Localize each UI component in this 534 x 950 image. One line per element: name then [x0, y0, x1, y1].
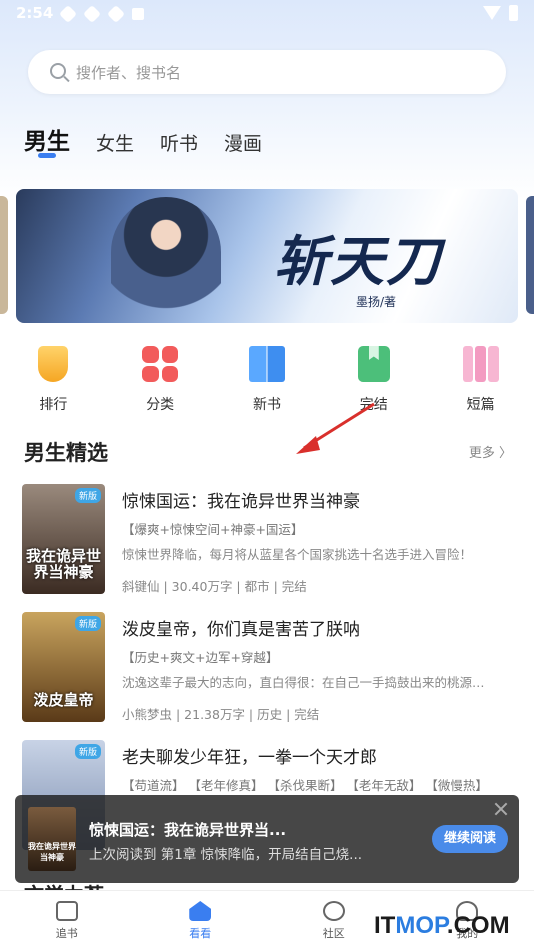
notification-icon	[106, 4, 126, 24]
book-cover: 新版 我在诡异世界当神豪	[22, 484, 105, 594]
annotation-arrow-icon	[296, 402, 375, 454]
book-icon	[248, 346, 285, 382]
tab-audiobook[interactable]: 听书	[160, 129, 198, 156]
category-label: 短篇	[466, 397, 495, 413]
nav-label: 看看	[189, 927, 212, 940]
continue-cover-title: 我在诡异世界当神豪	[28, 842, 76, 862]
community-icon	[322, 901, 345, 921]
category-label: 新书	[252, 397, 281, 413]
cover-title: 我在诡异世界当神豪	[25, 547, 101, 581]
category-label: 分类	[146, 397, 175, 413]
nav-label: 追书	[55, 927, 78, 940]
continue-book-cover: 我在诡异世界当神豪	[28, 807, 76, 871]
book-description: 惊悚世界降临，每月将从蓝星各个国家挑选十名选手进入冒险！	[122, 547, 473, 562]
cover-badge: 新版	[74, 616, 101, 631]
tab-male[interactable]: 男生	[24, 122, 70, 156]
book-title: 惊悚国运：我在诡异世界当神豪	[122, 492, 360, 512]
status-bar: 2:54	[0, 0, 534, 30]
trophy-icon	[38, 346, 69, 382]
book-tags: 【爆爽+惊悚空间+神豪+国运】	[122, 522, 304, 537]
bookmark-icon	[357, 346, 390, 382]
banner-title: 斩天刀	[274, 229, 442, 293]
book-item[interactable]: 新版 我在诡异世界当神豪 惊悚国运：我在诡异世界当神豪 【爆爽+惊悚空间+神豪+…	[0, 484, 534, 604]
book-item[interactable]: 新版 泼皮皇帝 泼皮皇帝，你们真是害苦了朕呐 【历史+爽文+边军+穿越】 沈逸这…	[0, 612, 534, 732]
home-icon	[189, 901, 212, 921]
nav-bookshelf[interactable]: 追书	[0, 891, 134, 950]
search-icon	[50, 63, 66, 79]
system-icons	[483, 5, 518, 21]
tab-female[interactable]: 女生	[96, 129, 134, 156]
cover-title: 泼皮皇帝	[33, 691, 94, 709]
book-meta: 斜键仙 | 30.40万字 | 都市 | 完结	[122, 579, 307, 594]
section-title: 男生精选	[24, 440, 108, 465]
nav-label: 社区	[322, 927, 345, 940]
category-classify[interactable]: 分类	[107, 346, 214, 414]
cover-badge: 新版	[74, 488, 101, 503]
notification-icon	[58, 4, 78, 24]
search-bar[interactable]: 搜作者、搜书名	[28, 50, 506, 94]
category-shortcuts: 排行 分类 新书 完结 短篇	[0, 346, 534, 414]
more-link[interactable]: 更多 〉	[469, 442, 512, 461]
notification-icon	[82, 4, 102, 24]
bookshelf-icon	[55, 901, 78, 921]
book-meta: 小熊梦虫 | 21.38万字 | 历史 | 完结	[122, 707, 320, 722]
banner-prev-peek[interactable]	[0, 196, 8, 314]
close-icon[interactable]	[493, 801, 509, 817]
book-tags: 【苟道流】 【老年修真】 【杀伐果断】 【老年无敌】 【微慢热】	[122, 778, 488, 793]
category-label: 排行	[39, 397, 68, 413]
search-placeholder: 搜作者、搜书名	[76, 64, 182, 82]
banner-artwork	[111, 197, 221, 323]
book-cover: 新版 泼皮皇帝	[22, 612, 105, 722]
wifi-icon	[483, 6, 501, 20]
book-description: 沈逸这辈子最大的志向，直白得很：在自己一手捣鼓出来的桃源…	[122, 675, 485, 690]
notification-icons	[58, 4, 144, 24]
continue-reading-bar[interactable]: 我在诡异世界当神豪 惊悚国运：我在诡异世界当... 上次阅读到 第1章 惊悚降临…	[15, 795, 519, 883]
category-ranking[interactable]: 排行	[0, 346, 107, 414]
battery-icon	[509, 5, 518, 21]
banner-carousel[interactable]: 斩天刀 墨扬/著	[16, 189, 518, 323]
nav-home[interactable]: 看看	[134, 891, 268, 950]
watermark: ITMOP.COM	[374, 912, 510, 939]
category-short-stories[interactable]: 短篇	[427, 346, 534, 414]
cover-badge: 新版	[74, 744, 101, 759]
continue-reading-button[interactable]: 继续阅读	[432, 825, 508, 853]
tab-comic[interactable]: 漫画	[224, 129, 262, 156]
notification-icon	[132, 8, 144, 20]
book-tags: 【历史+爽文+边军+穿越】	[122, 650, 279, 665]
book-title: 泼皮皇帝，你们真是害苦了朕呐	[122, 620, 360, 640]
short-books-icon	[462, 346, 499, 382]
tab-active-indicator	[38, 153, 56, 158]
channel-tabs: 男生 女生 听书 漫画	[24, 122, 288, 156]
header-background	[0, 0, 534, 200]
grid-icon	[142, 346, 179, 382]
status-time: 2:54	[16, 4, 54, 22]
continue-book-title: 惊悚国运：我在诡异世界当...	[89, 821, 287, 839]
book-title: 老夫聊发少年狂，一拳一个天才郎	[122, 748, 377, 768]
banner-author: 墨扬/著	[356, 295, 397, 309]
banner-next-peek[interactable]	[526, 196, 534, 314]
continue-progress-text: 上次阅读到 第1章 惊悚降临，开局结自己烧...	[89, 847, 363, 863]
